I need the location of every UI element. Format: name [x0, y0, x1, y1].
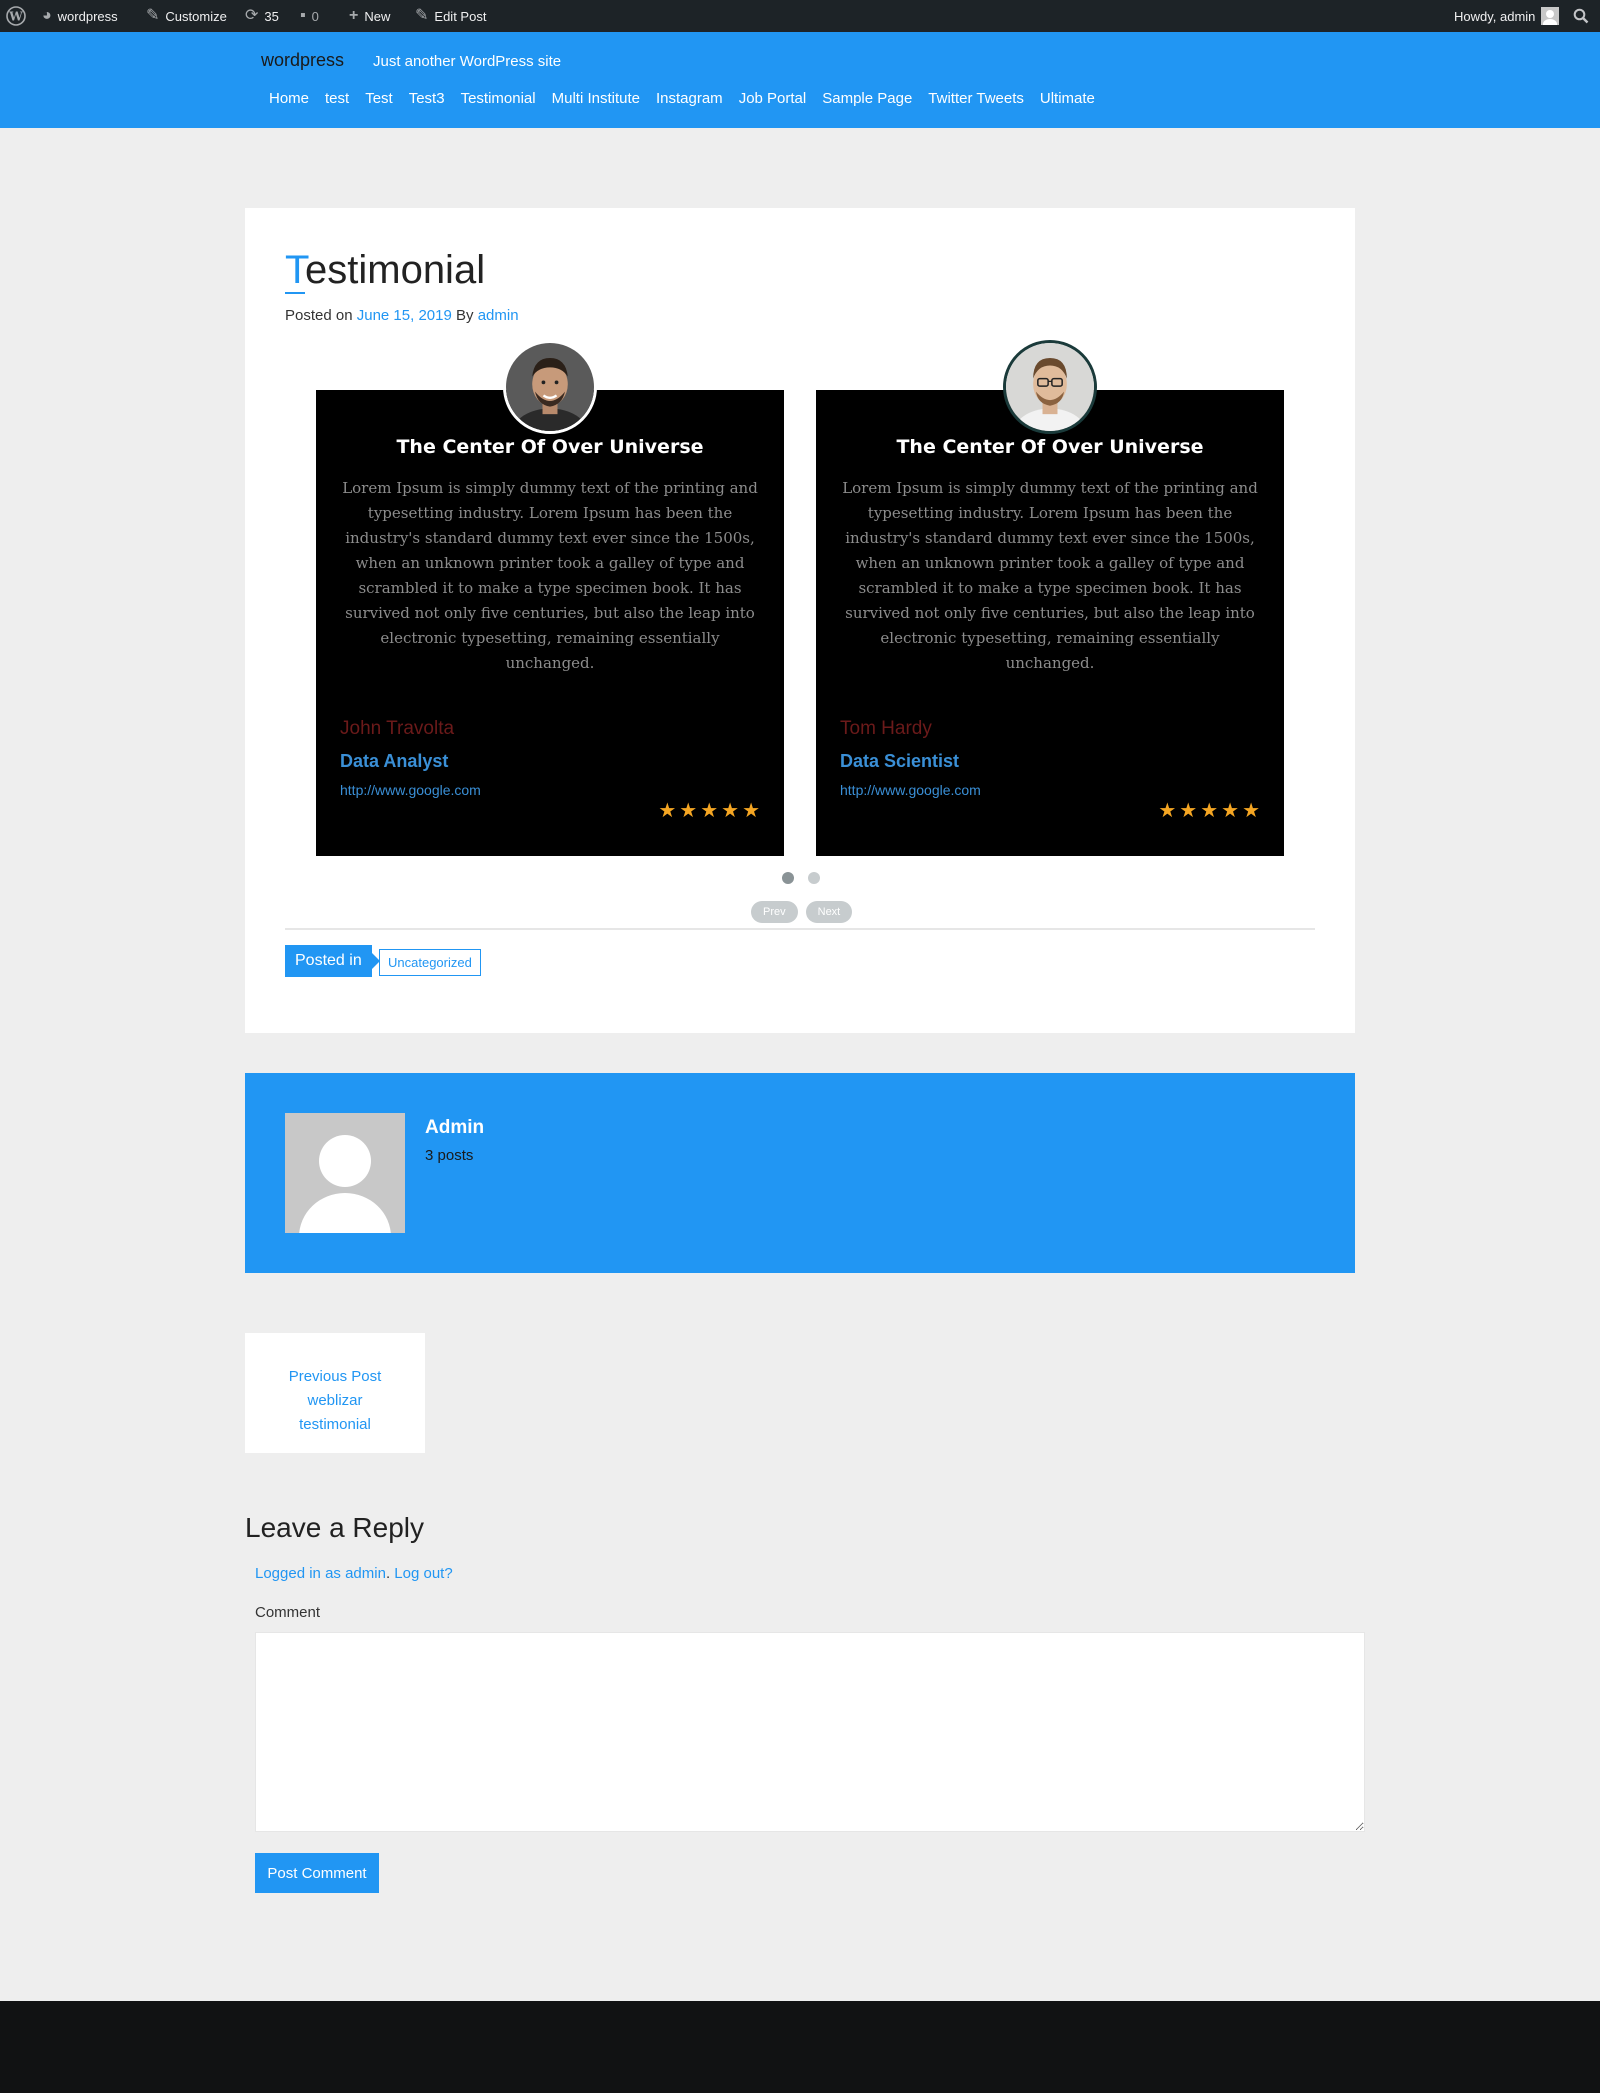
testimonial-heading: The Center Of Over Universe — [896, 436, 1204, 458]
user-avatar-icon — [1541, 7, 1560, 25]
post-article: Testimonial Posted on June 15, 2019 By a… — [245, 208, 1355, 1033]
next-button[interactable]: Next — [805, 901, 853, 923]
star-icon: ★ — [742, 800, 760, 822]
dashboard-icon: ◕ — [42, 7, 52, 24]
menu-item-test3[interactable]: Test3 — [401, 90, 453, 107]
testimonial-text: Lorem Ipsum is simply dummy text of the … — [342, 479, 758, 672]
profile-link[interactable]: Logged in as admin — [255, 1565, 386, 1582]
site-header: wordpress Just another WordPress site Ho… — [0, 32, 1600, 128]
site-title[interactable]: wordpress — [261, 50, 344, 71]
star-icon: ★ — [1158, 800, 1177, 822]
customize-link[interactable]: ✎ Customize — [146, 0, 227, 32]
svg-text:W: W — [8, 10, 23, 24]
post-meta: Posted on June 15, 2019 By admin — [285, 307, 519, 324]
updates-icon: ⟳ — [245, 7, 259, 24]
star-icon: ★ — [700, 800, 719, 822]
menu-item-multi-institute[interactable]: Multi Institute — [544, 90, 648, 107]
testimonial-text: Lorem Ipsum is simply dummy text of the … — [842, 479, 1258, 672]
previous-post-label: Previous Post — [288, 1368, 382, 1385]
testimonial-url-link[interactable]: http://www.google.com — [840, 782, 981, 798]
author-post-count: 3 posts — [425, 1147, 474, 1164]
category-tag[interactable]: Uncategorized — [379, 949, 481, 976]
menu-item-job-portal[interactable]: Job Portal — [731, 90, 815, 107]
wordpress-logo-icon[interactable]: W — [6, 0, 26, 32]
menu-item-instagram[interactable]: Instagram — [648, 90, 731, 107]
comment-textarea[interactable] — [255, 1632, 1365, 1832]
edit-post-link[interactable]: ✎ Edit Post — [415, 0, 486, 32]
star-rating: ★ ★ ★ ★ ★ — [1158, 801, 1260, 821]
primary-menu: Home test Test Test3 Testimonial Multi I… — [261, 90, 1103, 107]
menu-item-twitter-tweets[interactable]: Twitter Tweets — [920, 90, 1032, 107]
previous-post-title-line2: testimonial — [299, 1416, 371, 1433]
testimonial-heading: The Center Of Over Universe — [396, 436, 704, 458]
comments-link[interactable]: ▪ 0 — [300, 0, 319, 32]
post-date-link[interactable]: June 15, 2019 — [357, 307, 452, 324]
menu-item-testimonial[interactable]: Testimonial — [453, 90, 544, 107]
star-icon: ★ — [1242, 800, 1260, 822]
carousel-nav: Prev Next — [751, 901, 853, 923]
menu-item-sample-page[interactable]: Sample Page — [814, 90, 920, 107]
reply-title: Leave a Reply — [245, 1512, 425, 1543]
site-footer — [0, 2001, 1600, 2093]
brush-icon: ✎ — [146, 7, 160, 24]
testimonial-name: John Travolta — [340, 718, 455, 739]
testimonial-avatar — [503, 340, 597, 434]
testimonial-card: The Center Of Over Universe Lorem Ipsum … — [816, 340, 1284, 856]
site-name-link[interactable]: ◕ wordpress — [42, 0, 118, 32]
search-icon[interactable] — [1573, 0, 1589, 32]
menu-item-ultimate[interactable]: Ultimate — [1032, 90, 1103, 107]
testimonial-avatar — [1003, 340, 1097, 434]
previous-post-title-line1: weblizar — [307, 1392, 363, 1409]
previous-post-link[interactable]: Previous Post weblizar testimonial — [245, 1333, 425, 1453]
carousel-pagination — [782, 872, 820, 884]
divider — [285, 928, 1315, 930]
menu-item-test-2[interactable]: Test — [357, 90, 401, 107]
logout-link[interactable]: Log out? — [394, 1565, 452, 1582]
new-content-link[interactable]: + New — [349, 0, 390, 32]
testimonial-role: Data Analyst — [340, 751, 449, 771]
logged-in-as: Logged in as admin. Log out? — [255, 1565, 453, 1582]
testimonial-role: Data Scientist — [840, 751, 960, 771]
carousel-dot[interactable] — [808, 872, 820, 884]
site-tagline: Just another WordPress site — [373, 53, 562, 70]
post-author-link[interactable]: admin — [478, 307, 519, 324]
updates-link[interactable]: ⟳ 35 — [245, 0, 279, 32]
pencil-icon: ✎ — [415, 7, 429, 24]
carousel-dot[interactable] — [782, 872, 794, 884]
my-account-link[interactable]: Howdy, admin — [1454, 0, 1560, 32]
author-name: Admin — [425, 1117, 485, 1138]
star-icon: ★ — [1179, 800, 1198, 822]
plus-icon: + — [349, 7, 359, 24]
post-comment-button[interactable]: Post Comment — [255, 1853, 379, 1893]
menu-item-home[interactable]: Home — [261, 90, 317, 107]
star-icon: ★ — [1200, 800, 1219, 822]
testimonial-url-link[interactable]: http://www.google.com — [340, 782, 481, 798]
comment-label: Comment — [255, 1604, 321, 1621]
admin-bar: W ◕ wordpress ✎ Customize ⟳ 35 ▪ 0 + New… — [0, 0, 1600, 32]
post-title: Testimonial — [285, 248, 486, 294]
star-icon: ★ — [679, 800, 698, 822]
menu-item-test[interactable]: test — [317, 90, 357, 107]
testimonial-name: Tom Hardy — [840, 718, 932, 739]
star-rating: ★ ★ ★ ★ ★ — [658, 801, 760, 821]
comment-icon: ▪ — [300, 7, 306, 24]
author-box: Admin 3 posts — [245, 1073, 1355, 1273]
star-icon: ★ — [721, 800, 740, 822]
prev-button[interactable]: Prev — [751, 901, 798, 923]
star-icon: ★ — [1221, 800, 1240, 822]
posted-in-label: Posted in — [285, 945, 380, 977]
star-icon: ★ — [658, 800, 677, 822]
author-avatar — [285, 1113, 405, 1233]
testimonial-card: The Center Of Over Universe Lorem Ipsum … — [316, 340, 784, 856]
